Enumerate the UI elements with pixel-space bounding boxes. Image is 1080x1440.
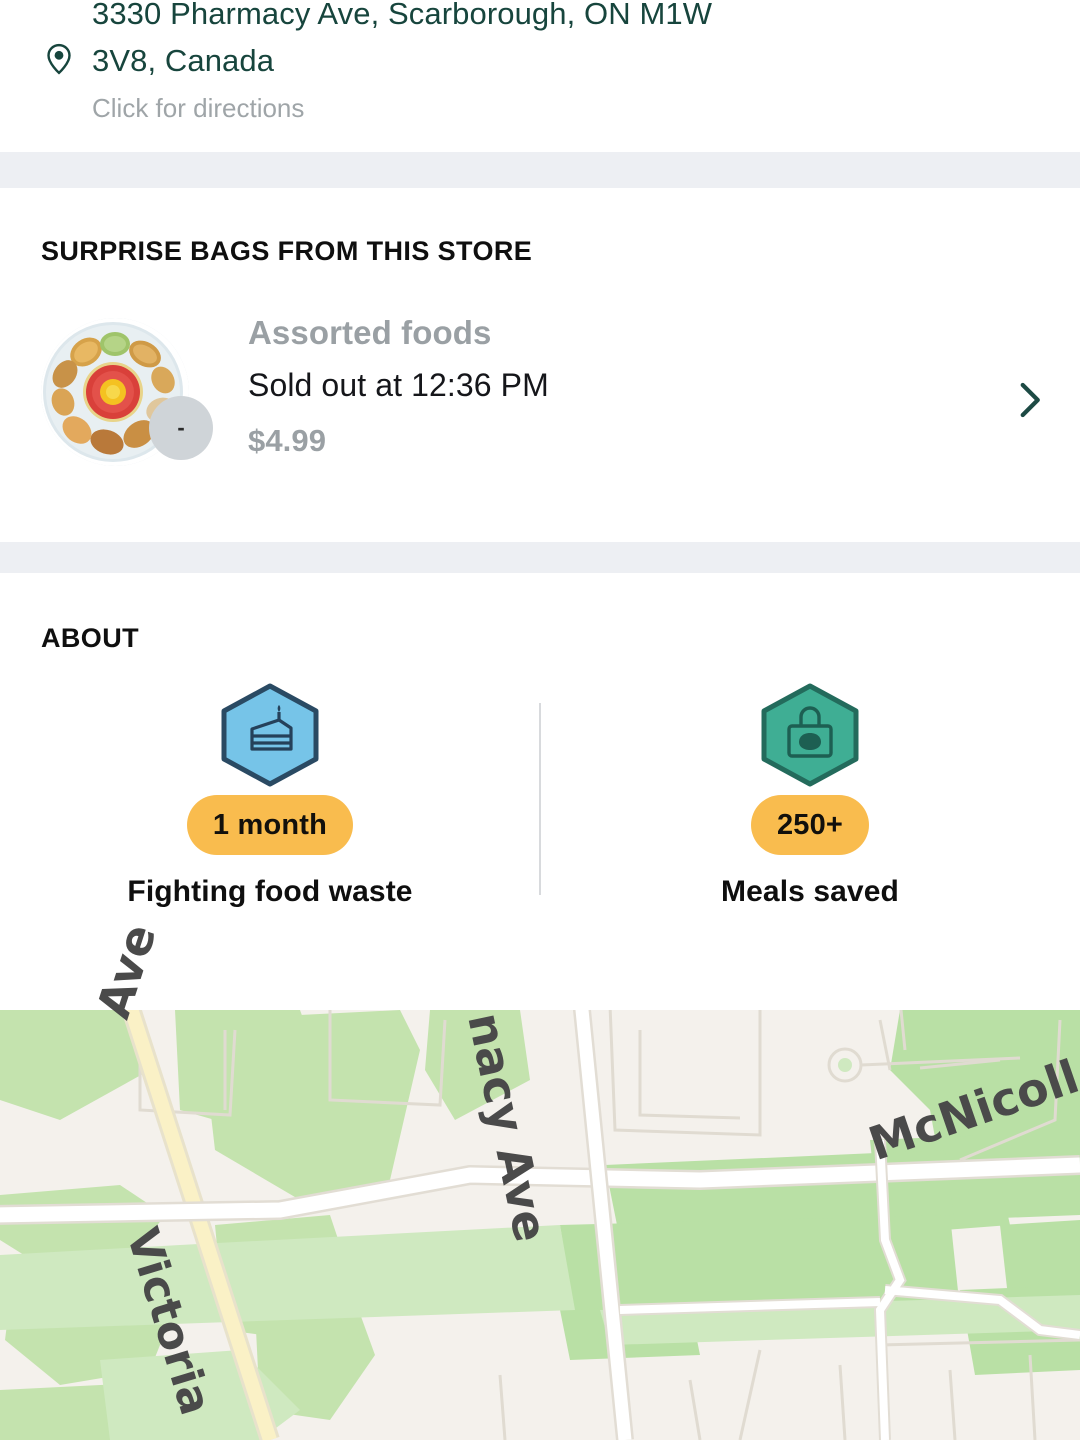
surprise-bags-section: SURPRISE BAGS FROM THIS STORE - Assorted…: [0, 188, 1080, 542]
address-line-1: 3330 Pharmacy Ave, Scarborough, ON M1W: [92, 0, 713, 31]
about-section: ABOUT 1 month Fighting food waste 250+ M…: [0, 573, 1080, 1010]
location-pin-icon: [42, 42, 76, 76]
address-line-2: 3V8, Canada: [92, 43, 275, 78]
surprise-bag-status: Sold out at 12:36 PM: [248, 367, 549, 403]
stat-label-fighting-food-waste: Fighting food waste: [127, 875, 413, 908]
section-divider-band-1: [0, 152, 1080, 188]
stat-value-pill-meals-saved: 250+: [750, 795, 870, 855]
about-stats: 1 month Fighting food waste 250+ Meals s…: [0, 683, 1080, 963]
surprise-bag-price: $4.99: [248, 423, 327, 458]
surprise-bag-thumbnail-wrap: -: [41, 318, 213, 478]
shopping-bag-leaf-icon: [759, 683, 861, 787]
directions-hint[interactable]: Click for directions: [92, 88, 992, 128]
store-detail-page: 3330 Pharmacy Ave, Scarborough, ON M1W 3…: [0, 0, 1080, 1440]
store-location-map[interactable]: Apple Maps Legal: [0, 1010, 1080, 1440]
chevron-right-icon[interactable]: [1014, 380, 1044, 420]
section-divider-band-2: [0, 542, 1080, 573]
stat-fighting-food-waste: 1 month Fighting food waste: [0, 683, 540, 963]
surprise-bags-heading: SURPRISE BAGS FROM THIS STORE: [41, 236, 533, 266]
stat-meals-saved: 250+ Meals saved: [540, 683, 1080, 963]
stat-value-pill-fighting-food-waste: 1 month: [186, 795, 354, 855]
surprise-bag-name: Assorted foods: [248, 314, 492, 351]
map-canvas: [0, 1010, 1080, 1440]
cake-slice-icon: [219, 683, 321, 787]
surprise-bag-info: Assorted foods Sold out at 12:36 PM $4.9…: [248, 310, 948, 468]
about-heading: ABOUT: [41, 623, 139, 653]
surprise-bag-quantity-badge: -: [149, 396, 213, 460]
stat-label-meals-saved: Meals saved: [721, 875, 899, 908]
surprise-bag-row[interactable]: - Assorted foods Sold out at 12:36 PM $4…: [0, 310, 1080, 490]
store-address-section[interactable]: 3330 Pharmacy Ave, Scarborough, ON M1W 3…: [0, 0, 1080, 152]
address-text-block: 3330 Pharmacy Ave, Scarborough, ON M1W 3…: [92, 0, 992, 128]
